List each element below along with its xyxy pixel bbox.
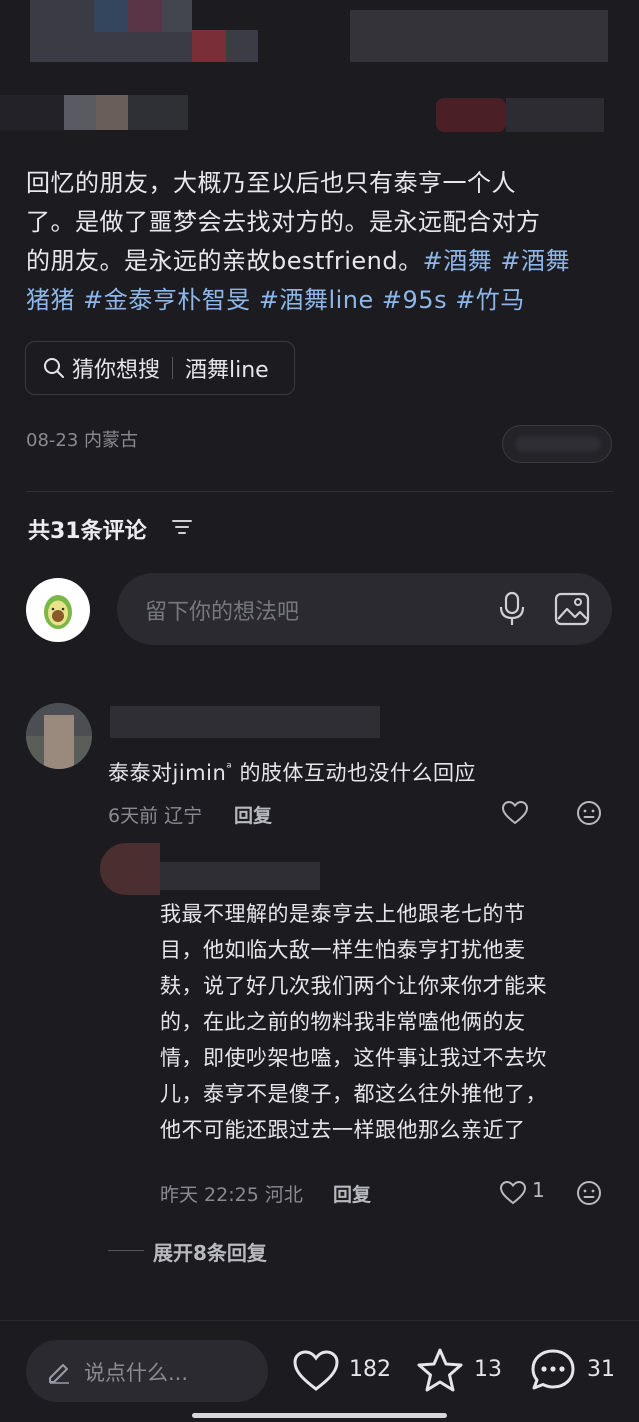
search-suggestion-term: 酒舞line [185,358,269,383]
chip-divider [172,357,174,379]
like-count: 182 [349,1357,391,1382]
star-count: 13 [474,1357,502,1382]
search-suggestion-chip[interactable]: 猜你想搜 酒舞line [25,341,295,395]
hashtag-link[interactable]: #酒舞 #酒舞 [423,247,570,275]
user-avatar[interactable] [26,578,90,642]
reply-reply-button[interactable]: 回复 [333,1180,371,1207]
reply-line: 情，即使吵架也嗑，这件事让我过不去坎 [160,1046,547,1070]
filter-icon[interactable] [171,516,193,538]
hashtag-links[interactable]: 猪猪 #金泰亨朴智旻 #酒舞line #95s #竹马 [26,281,616,320]
comment-bubble-icon[interactable] [529,1347,577,1393]
reply-like-count: 1 [532,1178,545,1202]
reply-avatar-obscured[interactable] [100,843,160,895]
reply-line: 我最不理解的是泰亨去上他跟老七的节 [160,902,526,926]
mic-icon[interactable] [497,591,527,627]
post-line: 的朋友。是永远的亲故bestfriend。#酒舞 #酒舞 [26,242,616,281]
post-date-location: 08-23 内蒙古 [26,430,139,451]
reply-line: 目，他如临大敌一样生怕泰亨打扰他麦 [160,938,526,962]
section-divider [26,491,613,492]
share-button[interactable] [502,425,612,463]
post-line: 了。是做了噩梦会去找对方的。是永远配合对方 [26,208,541,236]
comment-reply-button[interactable]: 回复 [234,801,272,828]
reply-line: 他不可能还跟过去一样跟他那么亲近了 [160,1118,526,1142]
comment-text: 泰泰对jiminᵃ 的肢体互动也没什么回应 [108,750,476,791]
reply-line: 的，在此之前的物料我非常嗑他俩的友 [160,1010,526,1034]
post-body: 回忆的朋友，大概乃至以后也只有泰亨一个人 了。是做了噩梦会去找对方的。是永远配合… [26,164,616,320]
post-text-segment: 的朋友。是永远的亲故bestfriend。 [26,247,423,275]
commenter-avatar[interactable] [26,703,92,769]
star-icon[interactable] [416,1347,464,1393]
dislike-face-icon[interactable] [576,800,602,826]
heart-icon[interactable] [500,1181,526,1205]
comment-text-before: 泰泰对 [108,761,173,785]
search-suggestion-prefix: 猜你想搜 [72,358,161,383]
reply-line: 儿，泰亨不是傻子，都这么往外推他了， [160,1082,547,1106]
reply-text: 我最不理解的是泰亨去上他跟老七的节 目，他如临大敌一样生怕泰亨打扰他麦 麸，说了… [160,896,547,1148]
home-indicator [192,1413,447,1418]
mention-badge-icon: ᵃ [226,760,233,776]
search-icon [44,358,64,378]
like-heart-icon[interactable] [292,1349,340,1393]
commenter-name-obscured [110,706,380,738]
heart-icon[interactable] [502,801,528,825]
image-icon[interactable] [554,591,590,627]
post-line: 回忆的朋友，大概乃至以后也只有泰亨一个人 [26,169,516,197]
comment-input-placeholder: 留下你的想法吧 [145,600,300,625]
reply-name-obscured [160,862,320,890]
comment-input[interactable]: 留下你的想法吧 [117,573,612,645]
say-something-input[interactable]: 说点什么... [26,1340,268,1402]
mention-link[interactable]: jimin [173,761,227,785]
comment-time-location: 6天前 辽宁 [108,805,203,827]
avocado-icon [44,595,72,629]
comment-text-after: 的肢体互动也没什么回应 [239,761,476,785]
expand-line [108,1250,144,1251]
comment-count: 共31条评论 [28,519,147,544]
dislike-face-icon[interactable] [576,1180,602,1206]
reply-line: 麸，说了好几次我们两个让你来你才能来 [160,974,547,998]
expand-replies-button[interactable]: 展开8条回复 [153,1237,267,1266]
pencil-icon [49,1364,69,1384]
reply-time-location: 昨天 22:25 河北 [160,1184,303,1206]
say-something-placeholder: 说点什么... [84,1361,189,1385]
comment-total: 31 [587,1357,615,1382]
